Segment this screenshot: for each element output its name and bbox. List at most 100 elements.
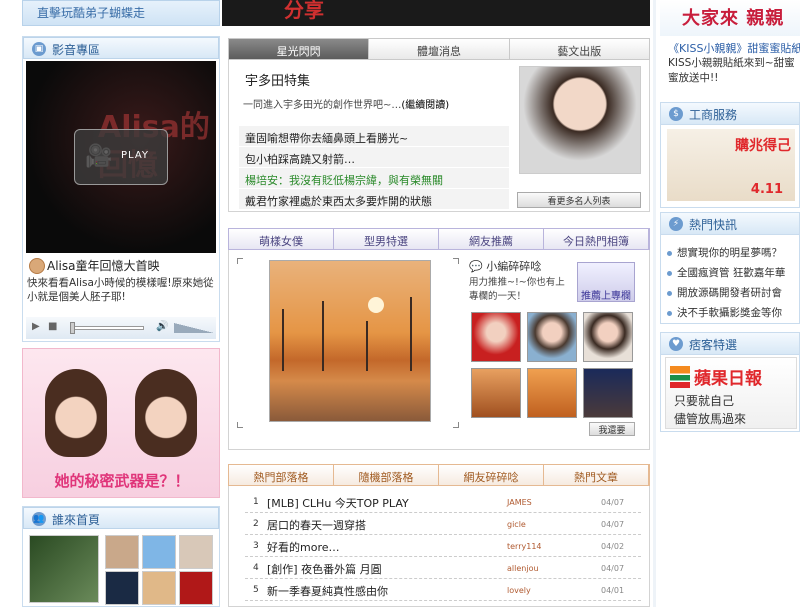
visitor-thumb[interactable] (29, 535, 99, 603)
editor-notes-heading: 💬 小編碎碎唸 (469, 258, 541, 274)
article-title[interactable]: 新一季春夏純真性感由你 (267, 583, 388, 599)
user-photo[interactable] (583, 312, 633, 362)
article-date: 04/02 (601, 542, 625, 551)
article-row[interactable]: 3 好看的more… terry114 04/02 (245, 536, 641, 557)
kiss-title-link[interactable]: 《KISS小親親》甜蜜蜜貼紙 (668, 40, 800, 54)
hot-news-item[interactable]: 開放源碼開發者研討會 (667, 283, 797, 303)
apple-ad-line: 儘管放馬過來 (674, 412, 747, 426)
visitors-heading: 👥 誰來首頁 (23, 507, 219, 529)
top-left-link-strip[interactable]: 直擊玩酷弟子蝴蝶走 (22, 0, 220, 26)
play-icon[interactable]: ▶ (32, 321, 40, 332)
article-row[interactable]: 2 居口的春天一週穿搭 gicle 04/07 (245, 514, 641, 535)
tab-user-picks[interactable]: 網友推薦 (439, 229, 544, 249)
tab-guys[interactable]: 型男特選 (334, 229, 439, 249)
apple-daily-brand: 蘋果日報 (694, 369, 762, 389)
star-news-list: 童固喻想帶你去緬鼻頭上看勝光~ 包小柏踩高蹺又射箭… 楊培安：我沒有貶低楊宗緯，… (239, 126, 509, 210)
visitor-thumb[interactable] (142, 571, 176, 605)
article-row[interactable]: 4 [創作] 夜色番外篇 月圓 allenjou 04/07 (245, 558, 641, 579)
visitor-thumb[interactable] (142, 535, 176, 569)
volume-icon[interactable]: 🔊 (156, 321, 168, 332)
business-ad[interactable]: 購兆得己 4.11 (667, 129, 795, 201)
top-left-link[interactable]: 直擊玩酷弟子蝴蝶走 (37, 6, 145, 20)
video-caption-title[interactable]: Alisa童年回憶大首映 (27, 257, 217, 274)
article-title[interactable]: [創作] 夜色番外篇 月圓 (267, 561, 382, 577)
article-rank: 4 (253, 563, 259, 573)
user-photo[interactable] (527, 312, 577, 362)
visitor-thumb[interactable] (179, 571, 213, 605)
pink-ad-banner[interactable]: 她的秘密武器是？！ (22, 348, 220, 498)
news-item[interactable]: 童固喻想帶你去緬鼻頭上看勝光~ (239, 126, 509, 147)
visitor-thumb[interactable] (105, 571, 139, 605)
star-photo[interactable] (519, 66, 641, 174)
user-photo[interactable] (471, 312, 521, 362)
article-row[interactable]: 1 [MLB] CLHu 今天TOP PLAY JAMES 04/07 (245, 492, 641, 513)
article-rank: 2 (253, 519, 259, 529)
frame-corner (453, 422, 459, 428)
seek-bar[interactable] (70, 326, 144, 330)
apple-ad-line: 只要就自己 (674, 394, 735, 408)
tab-arts[interactable]: 藝文出版 (509, 39, 649, 59)
tab-hot-articles[interactable]: 熱門文章 (544, 465, 649, 485)
visitors-panel: 👥 誰來首頁 (22, 506, 220, 607)
play-label: PLAY (121, 150, 150, 161)
heart-icon: ♥ (669, 337, 683, 351)
kiss-banner[interactable]: 大家來 親親 (660, 0, 800, 36)
featured-photo[interactable] (269, 260, 431, 422)
article-date: 04/07 (601, 520, 625, 529)
album-tabs: 萌樣女僕 型男特選 網友推薦 今日熱門相簿 (228, 228, 650, 250)
star-tabs: 星光閃閃 體壇消息 藝文出版 (228, 38, 650, 60)
star-feature: 宇多田特集 一同進入宇多田光的創作世界吧~…(繼續閱讀) 童固喻想帶你去緬鼻頭上… (228, 60, 650, 212)
star-feature-title[interactable]: 宇多田特集 (245, 70, 310, 89)
more-button[interactable]: 我還要 (589, 422, 635, 436)
visitors-title: 誰來首頁 (52, 513, 101, 527)
user-photo[interactable] (583, 368, 633, 418)
article-date: 04/01 (601, 586, 625, 595)
business-panel: $ 工商服務 購兆得己 4.11 (660, 102, 800, 208)
more-celebrities-button[interactable]: 看更多名人列表 (517, 192, 641, 208)
article-author[interactable]: gicle (507, 520, 526, 529)
tab-random-blogs[interactable]: 隨機部落格 (334, 465, 439, 485)
video-screen[interactable]: Alisa的回憶 🎥 PLAY (26, 61, 216, 253)
frame-corner (237, 422, 243, 428)
hot-news-item[interactable]: 全國瘋資管 狂歡嘉年華 (667, 263, 797, 283)
users-icon: 👥 (32, 512, 46, 526)
article-row[interactable]: 5 新一季春夏純真性感由你 lovely 04/01 (245, 580, 641, 601)
tab-user-chatter[interactable]: 網友碎碎唸 (439, 465, 544, 485)
news-item[interactable]: 戴君竹家裡處於東西太多要炸開的狀態 (239, 189, 509, 210)
top-banner-text: 分享 (284, 0, 324, 22)
sun (368, 297, 384, 313)
seek-handle[interactable] (70, 322, 75, 334)
play-button[interactable]: 🎥 PLAY (74, 129, 168, 185)
article-author[interactable]: JAMES (507, 498, 532, 507)
article-title[interactable]: 好看的more… (267, 539, 340, 555)
tab-hot-albums[interactable]: 今日熱門相簿 (544, 229, 649, 249)
tab-star[interactable]: 星光閃閃 (229, 39, 370, 59)
volume-slider[interactable] (174, 323, 214, 333)
kiss-banner-brand: 大家來 親親 (682, 8, 785, 29)
article-title[interactable]: [MLB] CLHu 今天TOP PLAY (267, 495, 409, 511)
visitor-thumb[interactable] (105, 535, 139, 569)
article-title[interactable]: 居口的春天一週穿搭 (267, 517, 366, 533)
tab-hot-blogs[interactable]: 熱門部落格 (229, 465, 334, 485)
apple-daily-ad[interactable]: 蘋果日報 只要就自己 儘管放馬過來 (665, 357, 797, 429)
business-ad-date: 4.11 (750, 182, 783, 197)
tab-maid[interactable]: 萌樣女僕 (229, 229, 334, 249)
user-picks-panel: 💬 小編碎碎唸 用力推推~!~你也有上專欄的一天！ 推薦上專欄 我還要 (228, 250, 650, 450)
recommend-button[interactable]: 推薦上專欄 (577, 262, 635, 302)
news-item[interactable]: 包小柏踩高蹺又射箭… (239, 147, 509, 168)
dollar-icon: $ (669, 107, 683, 121)
article-author[interactable]: lovely (507, 586, 531, 595)
picks-heading: ♥ 痞客特選 (661, 333, 799, 355)
article-author[interactable]: terry114 (507, 542, 542, 551)
top-dark-banner[interactable]: 分享 (222, 0, 650, 26)
tab-sports[interactable]: 體壇消息 (369, 39, 510, 59)
news-item[interactable]: 楊培安：我沒有貶低楊宗緯，與有榮無關 (239, 168, 509, 189)
user-photo[interactable] (527, 368, 577, 418)
visitor-thumb[interactable] (179, 535, 213, 569)
stop-icon[interactable]: ■ (48, 321, 57, 332)
article-author[interactable]: allenjou (507, 564, 539, 573)
user-photo[interactable] (471, 368, 521, 418)
hot-news-item[interactable]: 想實現你的明星夢嗎？ (667, 243, 797, 263)
hot-news-item[interactable]: 決不手軟攝影獎金等你 (667, 303, 797, 323)
read-more-link[interactable]: (繼續閱讀) (401, 100, 449, 111)
